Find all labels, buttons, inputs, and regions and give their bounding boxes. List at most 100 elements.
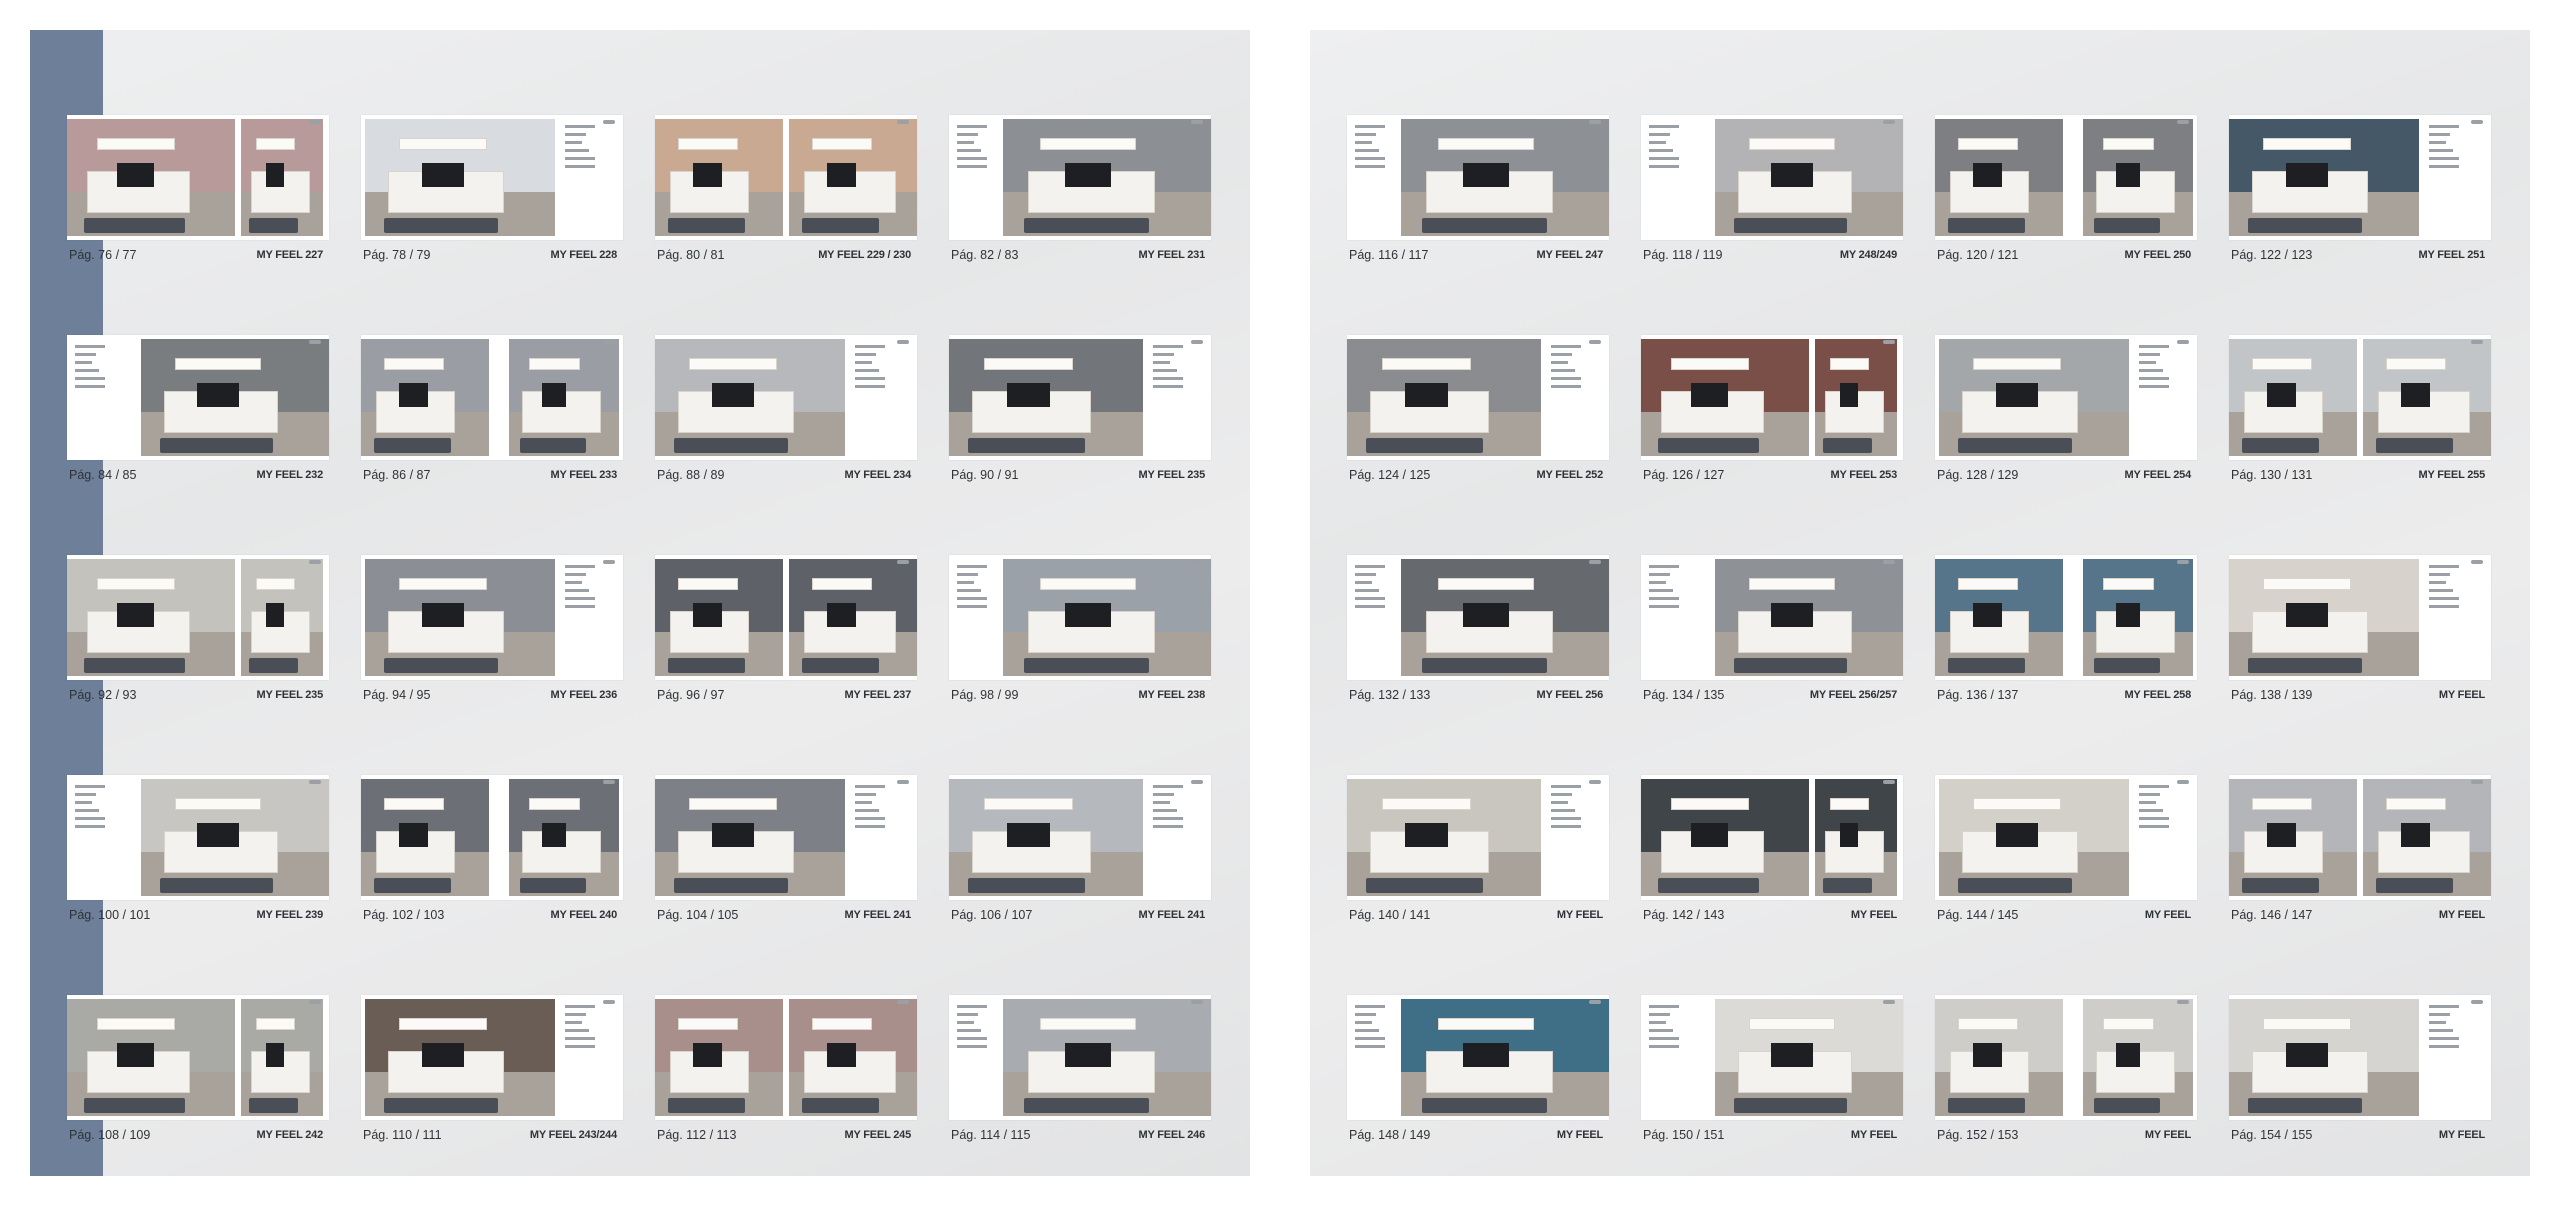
catalog-thumbnail[interactable]: Pág. 96 / 97 MY FEEL 237 <box>655 555 917 705</box>
page-number-label: Pág. 98 / 99 <box>951 688 1019 702</box>
spec-text-block <box>565 1005 595 1053</box>
catalog-thumbnail[interactable]: Pág. 84 / 85 MY FEEL 232 <box>67 335 329 485</box>
model-label: MY FEEL 232 <box>256 469 324 481</box>
thumbnail-image <box>2229 555 2491 680</box>
thumbnail-caption: Pág. 78 / 79 MY FEEL 228 <box>363 247 621 263</box>
page-number-label: Pág. 148 / 149 <box>1349 1128 1431 1142</box>
page-number-label: Pág. 132 / 133 <box>1349 688 1431 702</box>
brand-logo-mark <box>1191 120 1203 124</box>
catalog-thumbnail[interactable]: Pág. 124 / 125 MY FEEL 252 <box>1347 335 1609 485</box>
catalog-thumbnail[interactable]: Pág. 118 / 119 MY 248/249 <box>1641 115 1903 265</box>
catalog-thumbnail[interactable]: Pág. 122 / 123 MY FEEL 251 <box>2229 115 2491 265</box>
catalog-thumbnail[interactable]: Pág. 154 / 155 MY FEEL <box>2229 995 2491 1145</box>
thumbnail-image <box>67 335 329 460</box>
catalog-thumbnail[interactable]: Pág. 126 / 127 MY FEEL 253 <box>1641 335 1903 485</box>
page-number-label: Pág. 90 / 91 <box>951 468 1019 482</box>
catalog-thumbnail[interactable]: Pág. 78 / 79 MY FEEL 228 <box>361 115 623 265</box>
brand-logo-mark <box>1883 560 1895 564</box>
catalog-thumbnail[interactable]: Pág. 116 / 117 MY FEEL 247 <box>1347 115 1609 265</box>
thumbnail-image <box>1641 115 1903 240</box>
catalog-thumbnail[interactable]: Pág. 110 / 111 MY FEEL 243/244 <box>361 995 623 1145</box>
catalog-thumbnail[interactable]: Pág. 130 / 131 MY FEEL 255 <box>2229 335 2491 485</box>
catalog-thumbnail[interactable]: Pág. 76 / 77 MY FEEL 227 <box>67 115 329 265</box>
catalog-thumbnail[interactable]: Pág. 120 / 121 MY FEEL 250 <box>1935 115 2197 265</box>
model-label: MY FEEL 235 <box>256 689 324 701</box>
thumbnail-caption: Pág. 142 / 143 MY FEEL <box>1643 907 1901 923</box>
page-number-label: Pág. 152 / 153 <box>1937 1128 2019 1142</box>
catalog-thumbnail[interactable]: Pág. 90 / 91 MY FEEL 235 <box>949 335 1211 485</box>
thumbnail-caption: Pág. 102 / 103 MY FEEL 240 <box>363 907 621 923</box>
spec-text-block <box>1153 785 1183 833</box>
thumbnail-image <box>2229 115 2491 240</box>
room-photo <box>2363 339 2491 456</box>
catalog-thumbnail[interactable]: Pág. 140 / 141 MY FEEL <box>1347 775 1609 925</box>
model-label: MY FEEL 237 <box>844 689 912 701</box>
room-photo <box>655 559 783 676</box>
catalog-thumbnail[interactable]: Pág. 132 / 133 MY FEEL 256 <box>1347 555 1609 705</box>
brand-logo-mark <box>309 340 321 344</box>
catalog-thumbnail[interactable]: Pág. 104 / 105 MY FEEL 241 <box>655 775 917 925</box>
catalog-thumbnail[interactable]: Pág. 146 / 147 MY FEEL <box>2229 775 2491 925</box>
thumbnail-caption: Pág. 138 / 139 MY FEEL <box>2231 687 2489 703</box>
thumbnail-caption: Pág. 118 / 119 MY 248/249 <box>1643 247 1901 263</box>
page-number-label: Pág. 86 / 87 <box>363 468 431 482</box>
thumbnail-caption: Pág. 100 / 101 MY FEEL 239 <box>69 907 327 923</box>
model-label: MY FEEL 251 <box>2418 249 2486 261</box>
catalog-thumbnail[interactable]: Pág. 148 / 149 MY FEEL <box>1347 995 1609 1145</box>
brand-logo-mark <box>603 120 615 124</box>
room-photo <box>2229 339 2357 456</box>
spec-text-block <box>1355 1005 1385 1053</box>
thumbnail-image <box>1347 995 1609 1120</box>
page-number-label: Pág. 140 / 141 <box>1349 908 1431 922</box>
model-label: MY FEEL 258 <box>2124 689 2192 701</box>
catalog-thumbnail[interactable]: Pág. 94 / 95 MY FEEL 236 <box>361 555 623 705</box>
catalog-thumbnail[interactable]: Pág. 88 / 89 MY FEEL 234 <box>655 335 917 485</box>
catalog-thumbnail[interactable]: Pág. 100 / 101 MY FEEL 239 <box>67 775 329 925</box>
page-number-label: Pág. 154 / 155 <box>2231 1128 2313 1142</box>
page-number-label: Pág. 146 / 147 <box>2231 908 2313 922</box>
room-photo <box>1003 999 1211 1116</box>
brand-logo-mark <box>897 120 909 124</box>
thumbnail-caption: Pág. 122 / 123 MY FEEL 251 <box>2231 247 2489 263</box>
thumbnail-caption: Pág. 98 / 99 MY FEEL 238 <box>951 687 1209 703</box>
room-photo <box>2083 999 2193 1116</box>
catalog-thumbnail[interactable]: Pág. 150 / 151 MY FEEL <box>1641 995 1903 1145</box>
catalog-thumbnail[interactable]: Pág. 86 / 87 MY FEEL 233 <box>361 335 623 485</box>
thumbnail-caption: Pág. 112 / 113 MY FEEL 245 <box>657 1127 915 1143</box>
thumbnail-image <box>67 115 329 240</box>
thumbnail-caption: Pág. 140 / 141 MY FEEL <box>1349 907 1607 923</box>
catalog-thumbnail[interactable]: Pág. 128 / 129 MY FEEL 254 <box>1935 335 2197 485</box>
catalog-thumbnail[interactable]: Pág. 106 / 107 MY FEEL 241 <box>949 775 1211 925</box>
brand-logo-mark <box>1883 120 1895 124</box>
brand-logo-mark <box>309 560 321 564</box>
page-number-label: Pág. 84 / 85 <box>69 468 137 482</box>
catalog-thumbnail[interactable]: Pág. 102 / 103 MY FEEL 240 <box>361 775 623 925</box>
catalog-thumbnail[interactable]: Pág. 82 / 83 MY FEEL 231 <box>949 115 1211 265</box>
model-label: MY FEEL <box>1556 909 1603 921</box>
page-number-label: Pág. 112 / 113 <box>657 1128 737 1142</box>
brand-logo-mark <box>897 1000 909 1004</box>
catalog-thumbnail[interactable]: Pág. 152 / 153 MY FEEL <box>1935 995 2197 1145</box>
thumbnail-caption: Pág. 104 / 105 MY FEEL 241 <box>657 907 915 923</box>
thumbnail-image <box>1935 555 2197 680</box>
catalog-thumbnail[interactable]: Pág. 98 / 99 MY FEEL 238 <box>949 555 1211 705</box>
room-photo <box>1401 119 1609 236</box>
model-label: MY FEEL <box>1850 1129 1897 1141</box>
catalog-thumbnail[interactable]: Pág. 92 / 93 MY FEEL 235 <box>67 555 329 705</box>
brand-logo-mark <box>1589 120 1601 124</box>
catalog-thumbnail[interactable]: Pág. 136 / 137 MY FEEL 258 <box>1935 555 2197 705</box>
catalog-thumbnail[interactable]: Pág. 144 / 145 MY FEEL <box>1935 775 2197 925</box>
catalog-thumbnail[interactable]: Pág. 138 / 139 MY FEEL <box>2229 555 2491 705</box>
model-label: MY FEEL <box>1556 1129 1603 1141</box>
catalog-thumbnail[interactable]: Pág. 142 / 143 MY FEEL <box>1641 775 1903 925</box>
thumbnail-image <box>655 775 917 900</box>
catalog-thumbnail[interactable]: Pág. 80 / 81 MY FEEL 229 / 230 <box>655 115 917 265</box>
catalog-thumbnail[interactable]: Pág. 114 / 115 MY FEEL 246 <box>949 995 1211 1145</box>
catalog-thumbnail[interactable]: Pág. 134 / 135 MY FEEL 256/257 <box>1641 555 1903 705</box>
thumbnail-caption: Pág. 120 / 121 MY FEEL 250 <box>1937 247 2195 263</box>
spec-text-block <box>1355 565 1385 613</box>
page-number-label: Pág. 78 / 79 <box>363 248 431 262</box>
catalog-thumbnail[interactable]: Pág. 112 / 113 MY FEEL 245 <box>655 995 917 1145</box>
spec-text-block <box>75 345 105 393</box>
catalog-thumbnail[interactable]: Pág. 108 / 109 MY FEEL 242 <box>67 995 329 1145</box>
